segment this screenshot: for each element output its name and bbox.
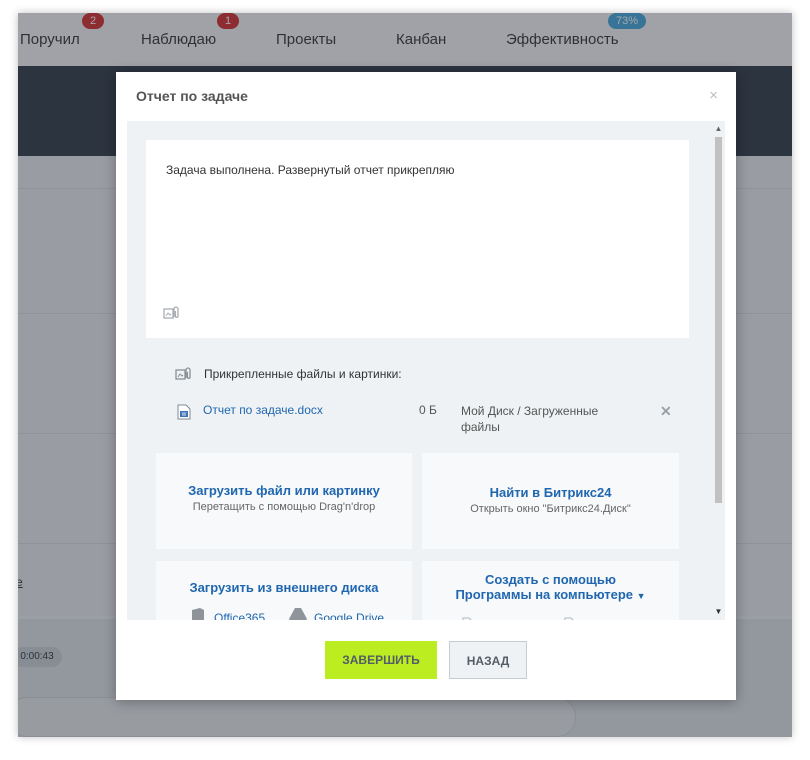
tile-title-text: Программы на компьютере xyxy=(455,587,634,602)
editor-text: Задача выполнена. Развернутый отчет прик… xyxy=(166,163,455,177)
app-window: Поручил 2 Наблюдаю 1 Проекты Канбан Эффе… xyxy=(18,13,792,737)
finish-button[interactable]: ЗАВЕРШИТЬ xyxy=(325,641,437,679)
report-text-editor[interactable]: Задача выполнена. Развернутый отчет прик… xyxy=(146,140,689,338)
scroll-thumb[interactable] xyxy=(715,137,722,503)
tile-title: Загрузить файл или картинку xyxy=(188,483,380,498)
chevron-down-icon: ▼ xyxy=(636,591,646,601)
close-icon[interactable]: × xyxy=(709,87,718,104)
office365-link[interactable]: Office365 xyxy=(214,611,265,620)
dialog-title: Отчет по задаче xyxy=(136,88,248,104)
dialog-scrollbar[interactable]: ▲ ▼ xyxy=(712,121,725,620)
tile-title-line2: Программы на компьютере ▼ xyxy=(422,587,679,602)
dialog-body: Задача выполнена. Развернутый отчет прик… xyxy=(127,121,725,620)
google-drive-link[interactable]: Google Drive xyxy=(314,611,384,620)
find-in-bitrix-tile[interactable]: Найти в Битрикс24 Открыть окно "Битрикс2… xyxy=(422,453,679,549)
tile-subtitle: Перетащить с помощью Drag'n'drop xyxy=(192,501,376,513)
document-icon xyxy=(462,617,472,620)
upload-file-tile[interactable]: Загрузить файл или картинку Перетащить с… xyxy=(156,453,412,549)
file-size: 0 Б xyxy=(419,403,437,417)
attach-file-icon[interactable] xyxy=(163,306,181,320)
office365-icon xyxy=(192,608,204,620)
attachments-label: Прикрепленные файлы и картинки: xyxy=(204,367,402,381)
remove-file-icon[interactable]: ✕ xyxy=(660,403,672,420)
back-button[interactable]: НАЗАД xyxy=(449,641,527,679)
attached-file-link[interactable]: Отчет по задаче.docx xyxy=(203,403,323,417)
word-document-icon: W xyxy=(177,404,191,420)
tile-subtitle: Открыть окно "Битрикс24.Диск" xyxy=(470,503,631,515)
tile-title: Загрузить из внешнего диска xyxy=(189,580,379,595)
scroll-up-arrow-icon[interactable]: ▲ xyxy=(712,124,725,133)
attachments-icon xyxy=(175,367,191,380)
tile-title: Найти в Битрикс24 xyxy=(489,485,612,500)
google-drive-icon xyxy=(289,608,307,620)
create-with-app-tile[interactable]: Создать с помощью Программы на компьютер… xyxy=(422,561,679,620)
file-location: Мой Диск / Загруженные файлы xyxy=(461,404,599,434)
scroll-down-arrow-icon[interactable]: ▼ xyxy=(712,607,725,616)
svg-text:W: W xyxy=(182,412,187,418)
tile-title: Создать с помощью xyxy=(485,572,616,587)
spreadsheet-icon xyxy=(564,617,574,620)
external-drive-tile[interactable]: Загрузить из внешнего диска Office365 Go… xyxy=(156,561,412,620)
task-report-dialog: Отчет по задаче × Задача выполнена. Разв… xyxy=(116,72,736,700)
